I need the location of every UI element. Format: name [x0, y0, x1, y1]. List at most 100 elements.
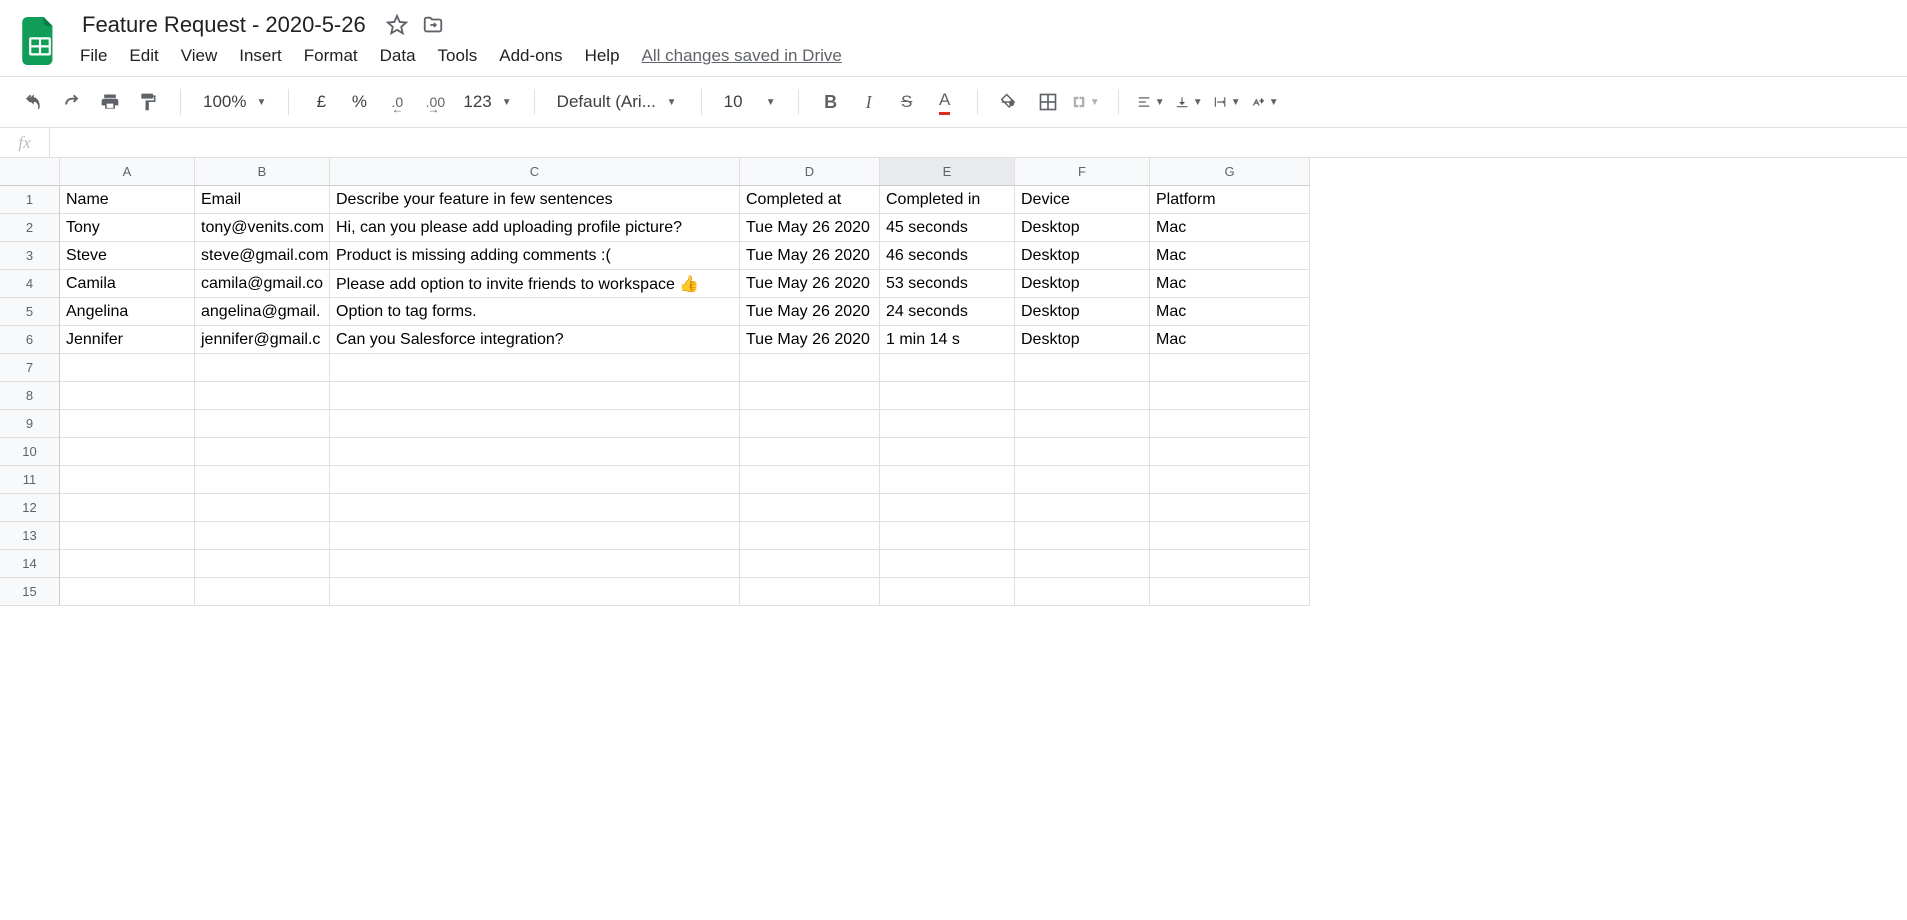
cell[interactable]	[880, 578, 1015, 606]
cell[interactable]	[1015, 522, 1150, 550]
cell[interactable]	[60, 354, 195, 382]
cell[interactable]: Option to tag forms.	[330, 298, 740, 326]
row-header[interactable]: 6	[0, 326, 60, 354]
menu-edit[interactable]: Edit	[129, 46, 158, 66]
borders-button[interactable]	[1034, 88, 1062, 116]
cell[interactable]: 1 min 14 s	[880, 326, 1015, 354]
decrease-decimal-button[interactable]: .0←	[383, 88, 411, 116]
cell[interactable]: Platform	[1150, 186, 1310, 214]
formula-input[interactable]	[50, 128, 1907, 157]
cell[interactable]	[330, 522, 740, 550]
cell[interactable]	[195, 354, 330, 382]
cell[interactable]	[740, 382, 880, 410]
font-size-selector[interactable]: 10▼	[720, 92, 780, 112]
cell[interactable]	[60, 550, 195, 578]
cell[interactable]	[1015, 578, 1150, 606]
redo-button[interactable]	[58, 88, 86, 116]
cell[interactable]: Please add option to invite friends to w…	[330, 270, 740, 298]
cell[interactable]	[740, 522, 880, 550]
cell[interactable]: Tony	[60, 214, 195, 242]
cell[interactable]: Angelina	[60, 298, 195, 326]
row-header[interactable]: 8	[0, 382, 60, 410]
cell[interactable]	[740, 578, 880, 606]
cell[interactable]	[60, 466, 195, 494]
cell[interactable]	[880, 382, 1015, 410]
column-header[interactable]: A	[60, 158, 195, 186]
cell[interactable]	[60, 522, 195, 550]
cell[interactable]	[60, 438, 195, 466]
cell[interactable]	[195, 522, 330, 550]
cell[interactable]	[330, 494, 740, 522]
row-header[interactable]: 10	[0, 438, 60, 466]
menu-tools[interactable]: Tools	[438, 46, 478, 66]
zoom-selector[interactable]: 100%▼	[199, 92, 270, 112]
row-header[interactable]: 1	[0, 186, 60, 214]
cell[interactable]: Completed in	[880, 186, 1015, 214]
cell[interactable]	[195, 550, 330, 578]
italic-button[interactable]: I	[855, 88, 883, 116]
cell[interactable]	[1150, 438, 1310, 466]
cell[interactable]	[880, 522, 1015, 550]
strikethrough-button[interactable]: S	[893, 88, 921, 116]
cell[interactable]	[60, 494, 195, 522]
cell[interactable]	[60, 578, 195, 606]
vertical-align-button[interactable]: ▼	[1175, 88, 1203, 116]
cell[interactable]	[740, 438, 880, 466]
cell[interactable]: Mac	[1150, 326, 1310, 354]
cell[interactable]	[195, 466, 330, 494]
cell[interactable]: Can you Salesforce integration?	[330, 326, 740, 354]
cell[interactable]: Tue May 26 2020	[740, 242, 880, 270]
cell[interactable]	[880, 550, 1015, 578]
column-header[interactable]: E	[880, 158, 1015, 186]
row-header[interactable]: 3	[0, 242, 60, 270]
cell[interactable]	[330, 382, 740, 410]
cell[interactable]	[880, 438, 1015, 466]
cell[interactable]	[330, 578, 740, 606]
more-formats-button[interactable]: 123▼	[459, 92, 515, 112]
column-header[interactable]: B	[195, 158, 330, 186]
text-wrap-button[interactable]: ▼	[1213, 88, 1241, 116]
undo-button[interactable]	[20, 88, 48, 116]
cell[interactable]: Hi, can you please add uploading profile…	[330, 214, 740, 242]
menu-data[interactable]: Data	[380, 46, 416, 66]
font-selector[interactable]: Default (Ari...▼	[553, 92, 683, 112]
cell[interactable]	[1150, 522, 1310, 550]
menu-view[interactable]: View	[181, 46, 218, 66]
cell[interactable]	[880, 354, 1015, 382]
cell[interactable]: Tue May 26 2020	[740, 326, 880, 354]
menu-file[interactable]: File	[80, 46, 107, 66]
fill-color-button[interactable]	[996, 88, 1024, 116]
cell[interactable]	[195, 494, 330, 522]
text-rotation-button[interactable]: ▼	[1251, 88, 1279, 116]
cell[interactable]: Desktop	[1015, 242, 1150, 270]
cell[interactable]	[60, 382, 195, 410]
cell[interactable]	[1015, 466, 1150, 494]
cell[interactable]: jennifer@gmail.c	[195, 326, 330, 354]
print-button[interactable]	[96, 88, 124, 116]
row-header[interactable]: 12	[0, 494, 60, 522]
cell[interactable]	[1015, 438, 1150, 466]
cell[interactable]: Mac	[1150, 242, 1310, 270]
cell[interactable]	[195, 382, 330, 410]
cell[interactable]: Desktop	[1015, 270, 1150, 298]
column-header[interactable]: F	[1015, 158, 1150, 186]
cell[interactable]: steve@gmail.com	[195, 242, 330, 270]
cell[interactable]: Mac	[1150, 298, 1310, 326]
cell[interactable]	[330, 354, 740, 382]
select-all-corner[interactable]	[0, 158, 60, 186]
row-header[interactable]: 4	[0, 270, 60, 298]
column-header[interactable]: D	[740, 158, 880, 186]
save-status[interactable]: All changes saved in Drive	[642, 46, 842, 66]
cell[interactable]	[740, 550, 880, 578]
cell[interactable]: Device	[1015, 186, 1150, 214]
doc-title[interactable]: Feature Request - 2020-5-26	[76, 10, 372, 40]
cell[interactable]: Steve	[60, 242, 195, 270]
column-header[interactable]: G	[1150, 158, 1310, 186]
cell[interactable]	[880, 410, 1015, 438]
cell[interactable]	[1150, 410, 1310, 438]
cell[interactable]	[1150, 354, 1310, 382]
menu-insert[interactable]: Insert	[239, 46, 282, 66]
cell[interactable]	[740, 354, 880, 382]
cell[interactable]: 46 seconds	[880, 242, 1015, 270]
cell[interactable]: Name	[60, 186, 195, 214]
